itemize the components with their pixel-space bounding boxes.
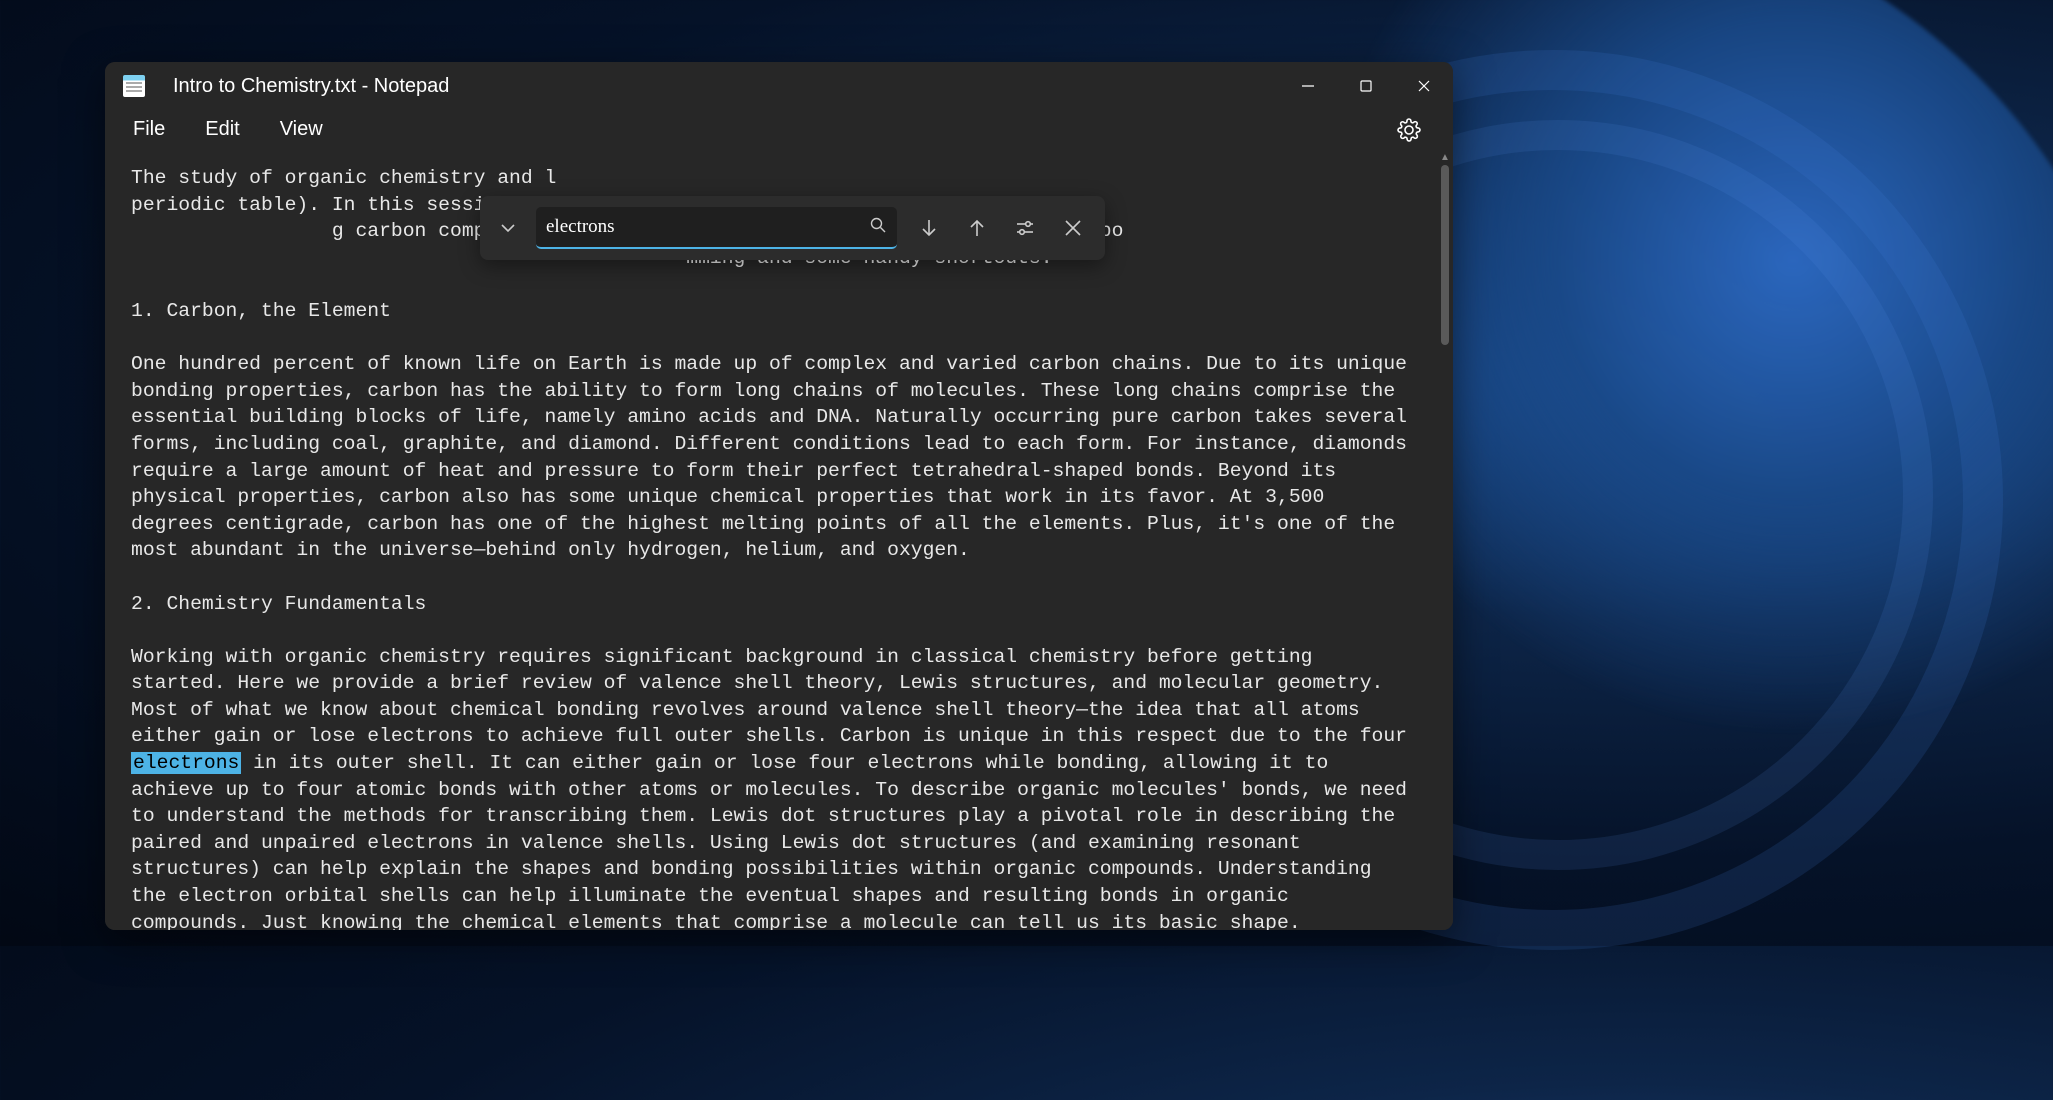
arrow-up-icon [966,217,988,239]
expand-replace-button[interactable] [490,210,526,246]
close-icon [1417,79,1431,93]
text-editor[interactable]: The study of organic chemistry and l...f… [105,149,1437,930]
find-bar [480,196,1105,260]
minimize-button[interactable] [1279,62,1337,110]
scrollbar-thumb[interactable] [1441,165,1449,345]
find-input-container [536,207,897,249]
editor-area: The study of organic chemistry and l...f… [105,149,1453,930]
arrow-down-icon [918,217,940,239]
sliders-icon [1014,217,1036,239]
menubar: File Edit View [105,110,1453,149]
maximize-button[interactable] [1337,62,1395,110]
text-segment: 2. Chemistry Fundamentals [131,593,426,615]
search-icon [869,216,887,239]
find-options-button[interactable] [1003,206,1047,250]
close-button[interactable] [1395,62,1453,110]
text-segment: in its outer shell. It can either gain o… [131,752,1419,930]
menu-edit[interactable]: Edit [185,110,259,149]
close-icon [1062,217,1084,239]
gear-icon [1397,118,1421,142]
notepad-window: Intro to Chemistry.txt - Notepad File Ed… [105,62,1453,930]
close-find-button[interactable] [1051,206,1095,250]
window-title: Intro to Chemistry.txt - Notepad [173,75,1279,98]
search-highlight: electrons [131,752,241,774]
maximize-icon [1359,79,1373,93]
text-segment: 1. Carbon, the Element [131,300,391,322]
menu-view[interactable]: View [260,110,343,149]
titlebar[interactable]: Intro to Chemistry.txt - Notepad [105,62,1453,110]
minimize-icon [1301,79,1315,93]
find-input[interactable] [546,216,869,238]
settings-button[interactable] [1391,112,1427,148]
menu-file[interactable]: File [113,110,185,149]
scroll-up-arrow[interactable]: ▲ [1437,149,1453,165]
find-next-button[interactable] [907,206,951,250]
text-segment: One hundred percent of known life on Ear… [131,353,1419,561]
notepad-app-icon [123,75,145,97]
text-segment: The study of organic chemistry and l [131,167,556,189]
vertical-scrollbar[interactable]: ▲ [1437,149,1453,930]
find-previous-button[interactable] [955,206,999,250]
chevron-down-icon [498,218,518,238]
window-controls [1279,62,1453,110]
text-segment: Working with organic chemistry requires … [131,646,1419,748]
